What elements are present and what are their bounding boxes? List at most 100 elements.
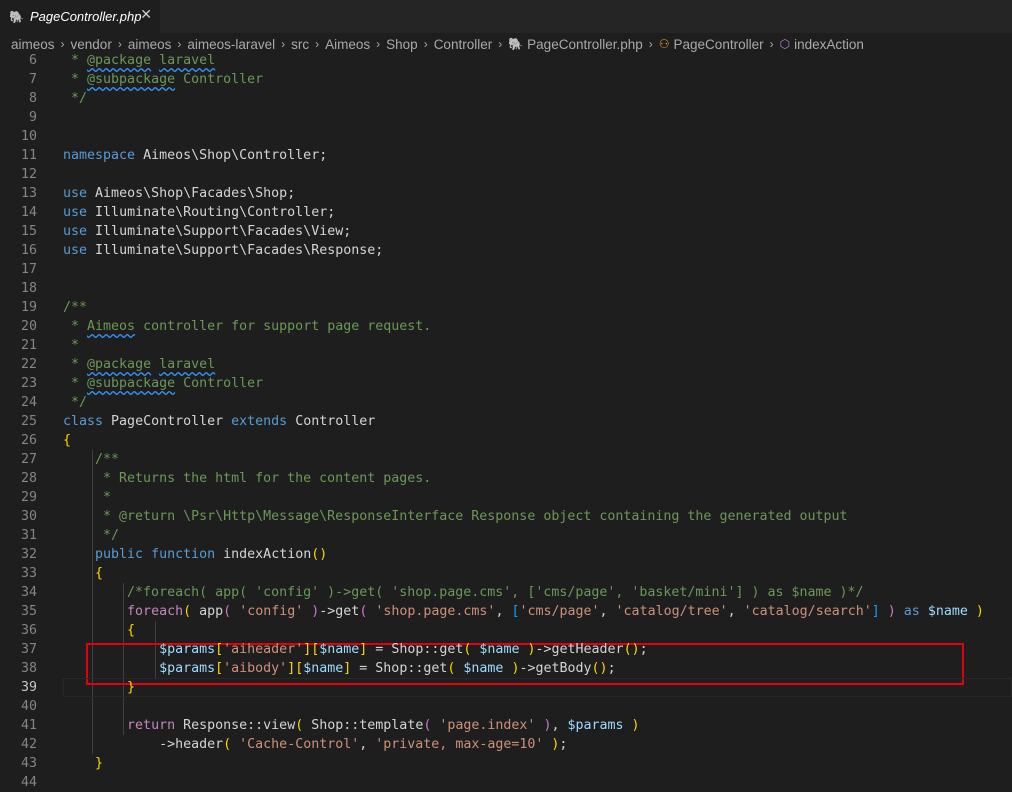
line-number: 13 (20, 186, 37, 201)
code-line[interactable]: 31 */ (0, 526, 1012, 545)
line-number: 44 (20, 775, 37, 790)
code-line[interactable]: 24 */ (0, 393, 1012, 412)
line-number: 19 (20, 300, 37, 315)
line-number: 34 (20, 585, 37, 600)
breadcrumb-item[interactable]: aimeos-laravel (187, 37, 275, 52)
code-text[interactable]: * @return \Psr\Http\Message\ResponseInte… (63, 507, 848, 526)
code-line[interactable]: 43 } (0, 754, 1012, 773)
code-line[interactable]: 19 /** (0, 298, 1012, 317)
code-text[interactable]: */ (63, 89, 87, 108)
line-number: 11 (20, 148, 37, 163)
code-line[interactable]: 23 * @subpackage Controller (0, 374, 1012, 393)
code-line[interactable]: 12 (0, 165, 1012, 184)
code-text[interactable]: * (63, 336, 79, 355)
code-text[interactable]: use Illuminate\Support\Facades\Response; (63, 241, 383, 260)
code-line[interactable]: 34 /*foreach( app( 'config' )->get( 'sho… (0, 583, 1012, 602)
code-line[interactable]: 20 * Aimeos controller for support page … (0, 317, 1012, 336)
code-line[interactable]: 15 use Illuminate\Support\Facades\View; (0, 222, 1012, 241)
code-line[interactable]: 13 use Aimeos\Shop\Facades\Shop; (0, 184, 1012, 203)
code-line[interactable]: 33 { (0, 564, 1012, 583)
code-line[interactable]: 18 (0, 279, 1012, 298)
code-text[interactable]: use Illuminate\Routing\Controller; (63, 203, 335, 222)
code-text[interactable]: use Illuminate\Support\Facades\View; (63, 222, 351, 241)
code-line[interactable]: 14 use Illuminate\Routing\Controller; (0, 203, 1012, 222)
code-line[interactable]: 7 * @subpackage Controller (0, 70, 1012, 89)
code-line[interactable]: 28 * Returns the html for the content pa… (0, 469, 1012, 488)
line-number: 24 (20, 395, 37, 410)
code-text[interactable]: /** (63, 450, 119, 469)
code-text[interactable]: */ (63, 526, 119, 545)
code-line[interactable]: 8 */ (0, 89, 1012, 108)
code-line[interactable]: 35 foreach( app( 'config' )->get( 'shop.… (0, 602, 1012, 621)
code-text[interactable]: * Aimeos controller for support page req… (63, 317, 431, 336)
code-text[interactable]: { (63, 621, 135, 640)
code-text[interactable]: * @package laravel (63, 51, 215, 70)
class-icon: ⚇ (658, 37, 670, 51)
code-line[interactable]: 26 { (0, 431, 1012, 450)
code-line[interactable]: 17 (0, 260, 1012, 279)
line-number: 29 (20, 490, 37, 505)
breadcrumb-item[interactable]: aimeos (11, 37, 55, 52)
code-line[interactable]: 6 * @package laravel (0, 51, 1012, 70)
code-text[interactable]: * @subpackage Controller (63, 70, 263, 89)
breadcrumb-item[interactable]: Shop (386, 37, 418, 52)
code-line[interactable]: 32 public function indexAction() (0, 545, 1012, 564)
code-line[interactable]: 44 (0, 773, 1012, 792)
code-line[interactable]: 27 /** (0, 450, 1012, 469)
breadcrumb-class[interactable]: PageController (674, 37, 764, 52)
code-line[interactable]: 9 (0, 108, 1012, 127)
code-text[interactable]: $params['aiheader'][$name] = Shop::get( … (63, 640, 648, 659)
editor-tab[interactable]: 🐘 PageController.php ✕ (0, 0, 160, 33)
code-line[interactable]: 42 ->header( 'Cache-Control', 'private, … (0, 735, 1012, 754)
chevron-right-icon: › (498, 37, 503, 51)
code-line[interactable]: 39 } (0, 678, 1012, 697)
breadcrumb-item[interactable]: src (291, 37, 309, 52)
code-text[interactable]: /** (63, 298, 87, 317)
line-number: 27 (20, 452, 37, 467)
code-text[interactable]: { (63, 564, 103, 583)
code-text[interactable]: * Returns the html for the content pages… (63, 469, 431, 488)
code-text[interactable]: ->header( 'Cache-Control', 'private, max… (63, 735, 567, 754)
code-text[interactable]: } (63, 754, 103, 773)
code-text[interactable]: /*foreach( app( 'config' )->get( 'shop.p… (63, 583, 864, 602)
code-line[interactable]: 40 (0, 697, 1012, 716)
line-number: 43 (20, 756, 37, 771)
code-text[interactable]: $params['aibody'][$name] = Shop::get( $n… (63, 659, 616, 678)
breadcrumb-method[interactable]: indexAction (794, 37, 864, 52)
code-line[interactable]: 38 $params['aibody'][$name] = Shop::get(… (0, 659, 1012, 678)
code-line[interactable]: 16 use Illuminate\Support\Facades\Respons… (0, 241, 1012, 260)
code-line[interactable]: 11 namespace Aimeos\Shop\Controller; (0, 146, 1012, 165)
code-text[interactable]: { (63, 431, 71, 450)
code-line[interactable]: 10 (0, 127, 1012, 146)
code-line[interactable]: 25 class PageController extends Controlle… (0, 412, 1012, 431)
code-text[interactable]: */ (63, 393, 87, 412)
code-line[interactable]: 22 * @package laravel (0, 355, 1012, 374)
breadcrumb-file[interactable]: PageController.php (527, 37, 643, 52)
breadcrumb-item[interactable]: Controller (434, 37, 493, 52)
code-line[interactable]: 29 * (0, 488, 1012, 507)
breadcrumb-item[interactable]: aimeos (128, 37, 172, 52)
code-text[interactable]: use Aimeos\Shop\Facades\Shop; (63, 184, 295, 203)
breadcrumb-item[interactable]: vendor (71, 37, 112, 52)
code-text[interactable]: foreach( app( 'config' )->get( 'shop.pag… (63, 602, 984, 621)
code-text[interactable]: * (63, 488, 111, 507)
code-line[interactable]: 30 * @return \Psr\Http\Message\ResponseI… (0, 507, 1012, 526)
code-line[interactable]: 37 $params['aiheader'][$name] = Shop::ge… (0, 640, 1012, 659)
method-cube-icon: ⬡ (779, 37, 791, 51)
line-number: 17 (20, 262, 37, 277)
code-line[interactable]: 41 return Response::view( Shop::template… (0, 716, 1012, 735)
php-elephant-icon: 🐘 (9, 9, 24, 24)
code-line[interactable]: 36 { (0, 621, 1012, 640)
code-text[interactable]: * @package laravel (63, 355, 215, 374)
code-text[interactable]: public function indexAction() (63, 545, 327, 564)
code-text[interactable]: class PageController extends Controller (63, 412, 375, 431)
breadcrumb-item[interactable]: Aimeos (325, 37, 370, 52)
code-line[interactable]: 21 * (0, 336, 1012, 355)
code-text[interactable]: namespace Aimeos\Shop\Controller; (63, 146, 327, 165)
code-text[interactable]: } (63, 678, 135, 697)
code-text[interactable]: * @subpackage Controller (63, 374, 263, 393)
close-icon[interactable]: ✕ (140, 7, 152, 23)
code-text[interactable]: return Response::view( Shop::template( '… (63, 716, 640, 735)
code-editor[interactable]: 6 * @package laravel 7 * @subpackage Cont… (0, 53, 1012, 790)
chevron-right-icon: › (60, 37, 65, 51)
